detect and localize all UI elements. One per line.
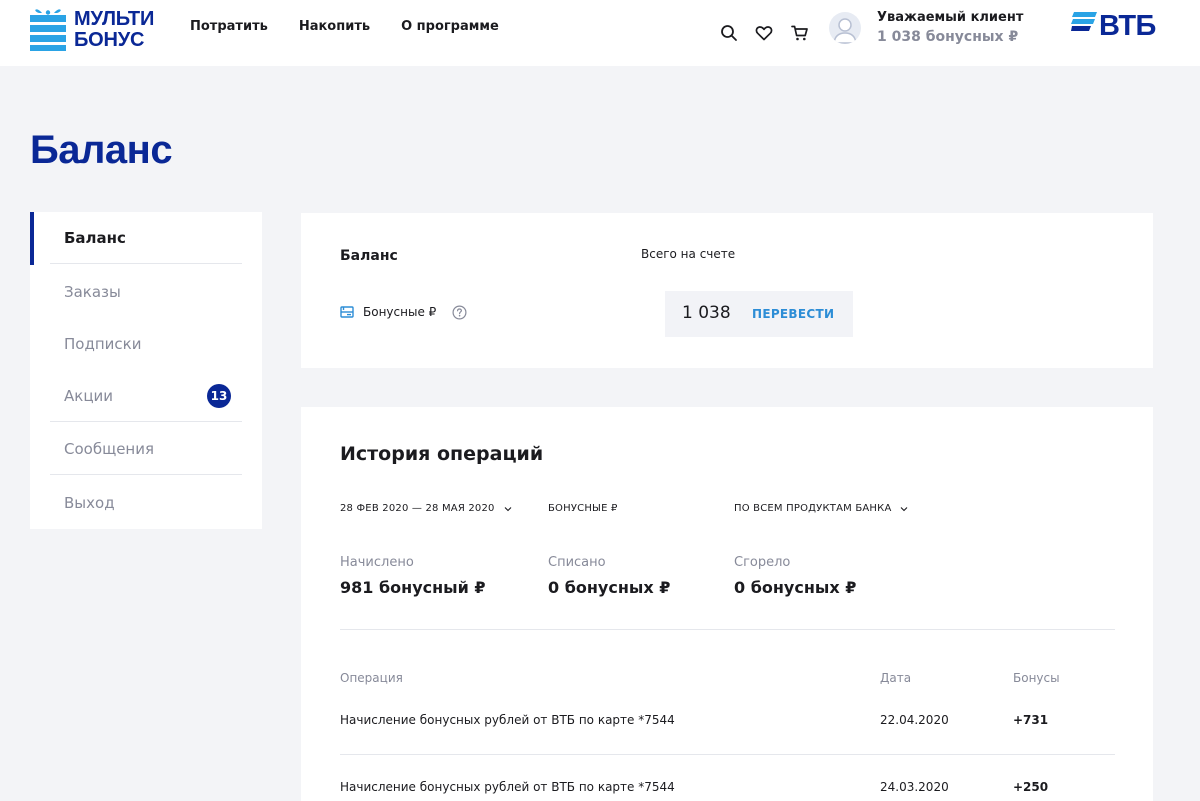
spent-label: Списано bbox=[548, 555, 606, 570]
vtb-logo[interactable]: ВТБ bbox=[1071, 10, 1156, 42]
products-filter-label: ПО ВСЕМ ПРОДУКТАМ БАНКА bbox=[734, 503, 892, 514]
top-header: МУЛЬТИ БОНУС Потратить Накопить О програ… bbox=[0, 0, 1200, 66]
currency-filter-label: БОНУСНЫЕ ₽ bbox=[548, 503, 618, 514]
accrued-value: 981 бонусный ₽ bbox=[340, 578, 486, 597]
expired-label: Сгорело bbox=[734, 555, 791, 570]
active-indicator bbox=[30, 212, 34, 265]
column-header-operation: Операция bbox=[340, 671, 403, 685]
nav-about[interactable]: О программе bbox=[401, 19, 499, 34]
sidebar-item-messages[interactable]: Сообщения bbox=[50, 423, 242, 475]
bonuses-cell: +250 bbox=[1013, 780, 1049, 794]
logo-line-2: БОНУС bbox=[74, 29, 145, 51]
transfer-button[interactable]: ПЕРЕВЕСТИ bbox=[752, 307, 834, 321]
sidebar-item-orders[interactable]: Заказы bbox=[50, 266, 242, 318]
sidebar-item-balance[interactable]: Баланс bbox=[50, 212, 242, 264]
row-divider bbox=[340, 754, 1115, 755]
sidebar-item-label: Акции bbox=[64, 386, 114, 405]
balance-card: Баланс Всего на счете Бонусные ₽ 1 038 П… bbox=[301, 213, 1153, 368]
sidebar-item-label: Подписки bbox=[64, 335, 142, 353]
heart-icon[interactable] bbox=[755, 24, 773, 42]
sidebar-item-subscriptions[interactable]: Подписки bbox=[50, 318, 242, 370]
chevron-down-icon bbox=[504, 506, 512, 511]
column-header-date: Дата bbox=[880, 671, 912, 685]
sidebar-item-logout[interactable]: Выход bbox=[50, 477, 242, 529]
vtb-stripes-icon bbox=[1071, 12, 1097, 31]
sidebar: Баланс Заказы Подписки Акции 13 Сообщени… bbox=[30, 212, 262, 529]
user-balance: 1 038 бонусных ₽ bbox=[877, 29, 1019, 45]
operation-cell: Начисление бонусных рублей от ВТБ по кар… bbox=[340, 780, 675, 794]
gift-logo-icon bbox=[30, 9, 66, 51]
currency-filter[interactable]: БОНУСНЫЕ ₽ bbox=[548, 503, 618, 514]
question-icon[interactable] bbox=[452, 305, 467, 320]
logo-line-1: МУЛЬТИ bbox=[74, 8, 155, 30]
period-filter-label: 28 ФЕВ 2020 — 28 МАЯ 2020 bbox=[340, 503, 495, 514]
sidebar-item-promotions[interactable]: Акции 13 bbox=[50, 370, 242, 422]
accrued-label: Начислено bbox=[340, 555, 414, 570]
cart-icon[interactable] bbox=[791, 24, 809, 42]
nav-spend[interactable]: Потратить bbox=[190, 19, 268, 34]
total-on-account-label: Всего на счете bbox=[641, 247, 736, 261]
sidebar-item-label: Баланс bbox=[64, 228, 126, 247]
multibonus-logo[interactable]: МУЛЬТИ БОНУС bbox=[30, 3, 160, 51]
sidebar-item-label: Заказы bbox=[64, 283, 121, 301]
column-header-bonuses: Бонусы bbox=[1013, 671, 1060, 685]
promotions-count-badge: 13 bbox=[207, 384, 231, 408]
bonus-rubles-label: Бонусные ₽ bbox=[363, 305, 437, 319]
user-name[interactable]: Уважаемый клиент bbox=[877, 10, 1023, 25]
operation-cell: Начисление бонусных рублей от ВТБ по кар… bbox=[340, 713, 675, 727]
search-icon[interactable] bbox=[720, 24, 738, 42]
avatar-icon bbox=[833, 18, 857, 44]
logo-wordmark: МУЛЬТИ БОНУС bbox=[74, 9, 154, 51]
products-filter[interactable]: ПО ВСЕМ ПРОДУКТАМ БАНКА bbox=[734, 503, 908, 514]
expired-value: 0 бонусных ₽ bbox=[734, 578, 857, 597]
vtb-wordmark: ВТБ bbox=[1099, 10, 1156, 42]
main-nav: Потратить Накопить О программе bbox=[190, 19, 530, 34]
bonuses-cell: +731 bbox=[1013, 713, 1049, 727]
spent-value: 0 бонусных ₽ bbox=[548, 578, 671, 597]
avatar[interactable] bbox=[829, 12, 861, 44]
chevron-down-icon bbox=[901, 506, 908, 511]
balance-value-box: 1 038 ПЕРЕВЕСТИ bbox=[665, 291, 853, 337]
nav-accumulate[interactable]: Накопить bbox=[299, 19, 370, 34]
stats-divider bbox=[340, 629, 1115, 630]
operations-history-card: История операций 28 ФЕВ 2020 — 28 МАЯ 20… bbox=[301, 407, 1153, 801]
history-title: История операций bbox=[340, 443, 544, 465]
balance-card-title: Баланс bbox=[340, 248, 398, 264]
date-cell: 24.03.2020 bbox=[880, 780, 949, 794]
bonus-card-icon bbox=[340, 306, 354, 318]
balance-value: 1 038 bbox=[682, 303, 731, 323]
sidebar-item-label: Выход bbox=[64, 494, 115, 512]
page-title: Баланс bbox=[30, 128, 173, 172]
sidebar-item-label: Сообщения bbox=[64, 439, 155, 458]
date-cell: 22.04.2020 bbox=[880, 713, 949, 727]
period-filter[interactable]: 28 ФЕВ 2020 — 28 МАЯ 2020 bbox=[340, 503, 512, 514]
